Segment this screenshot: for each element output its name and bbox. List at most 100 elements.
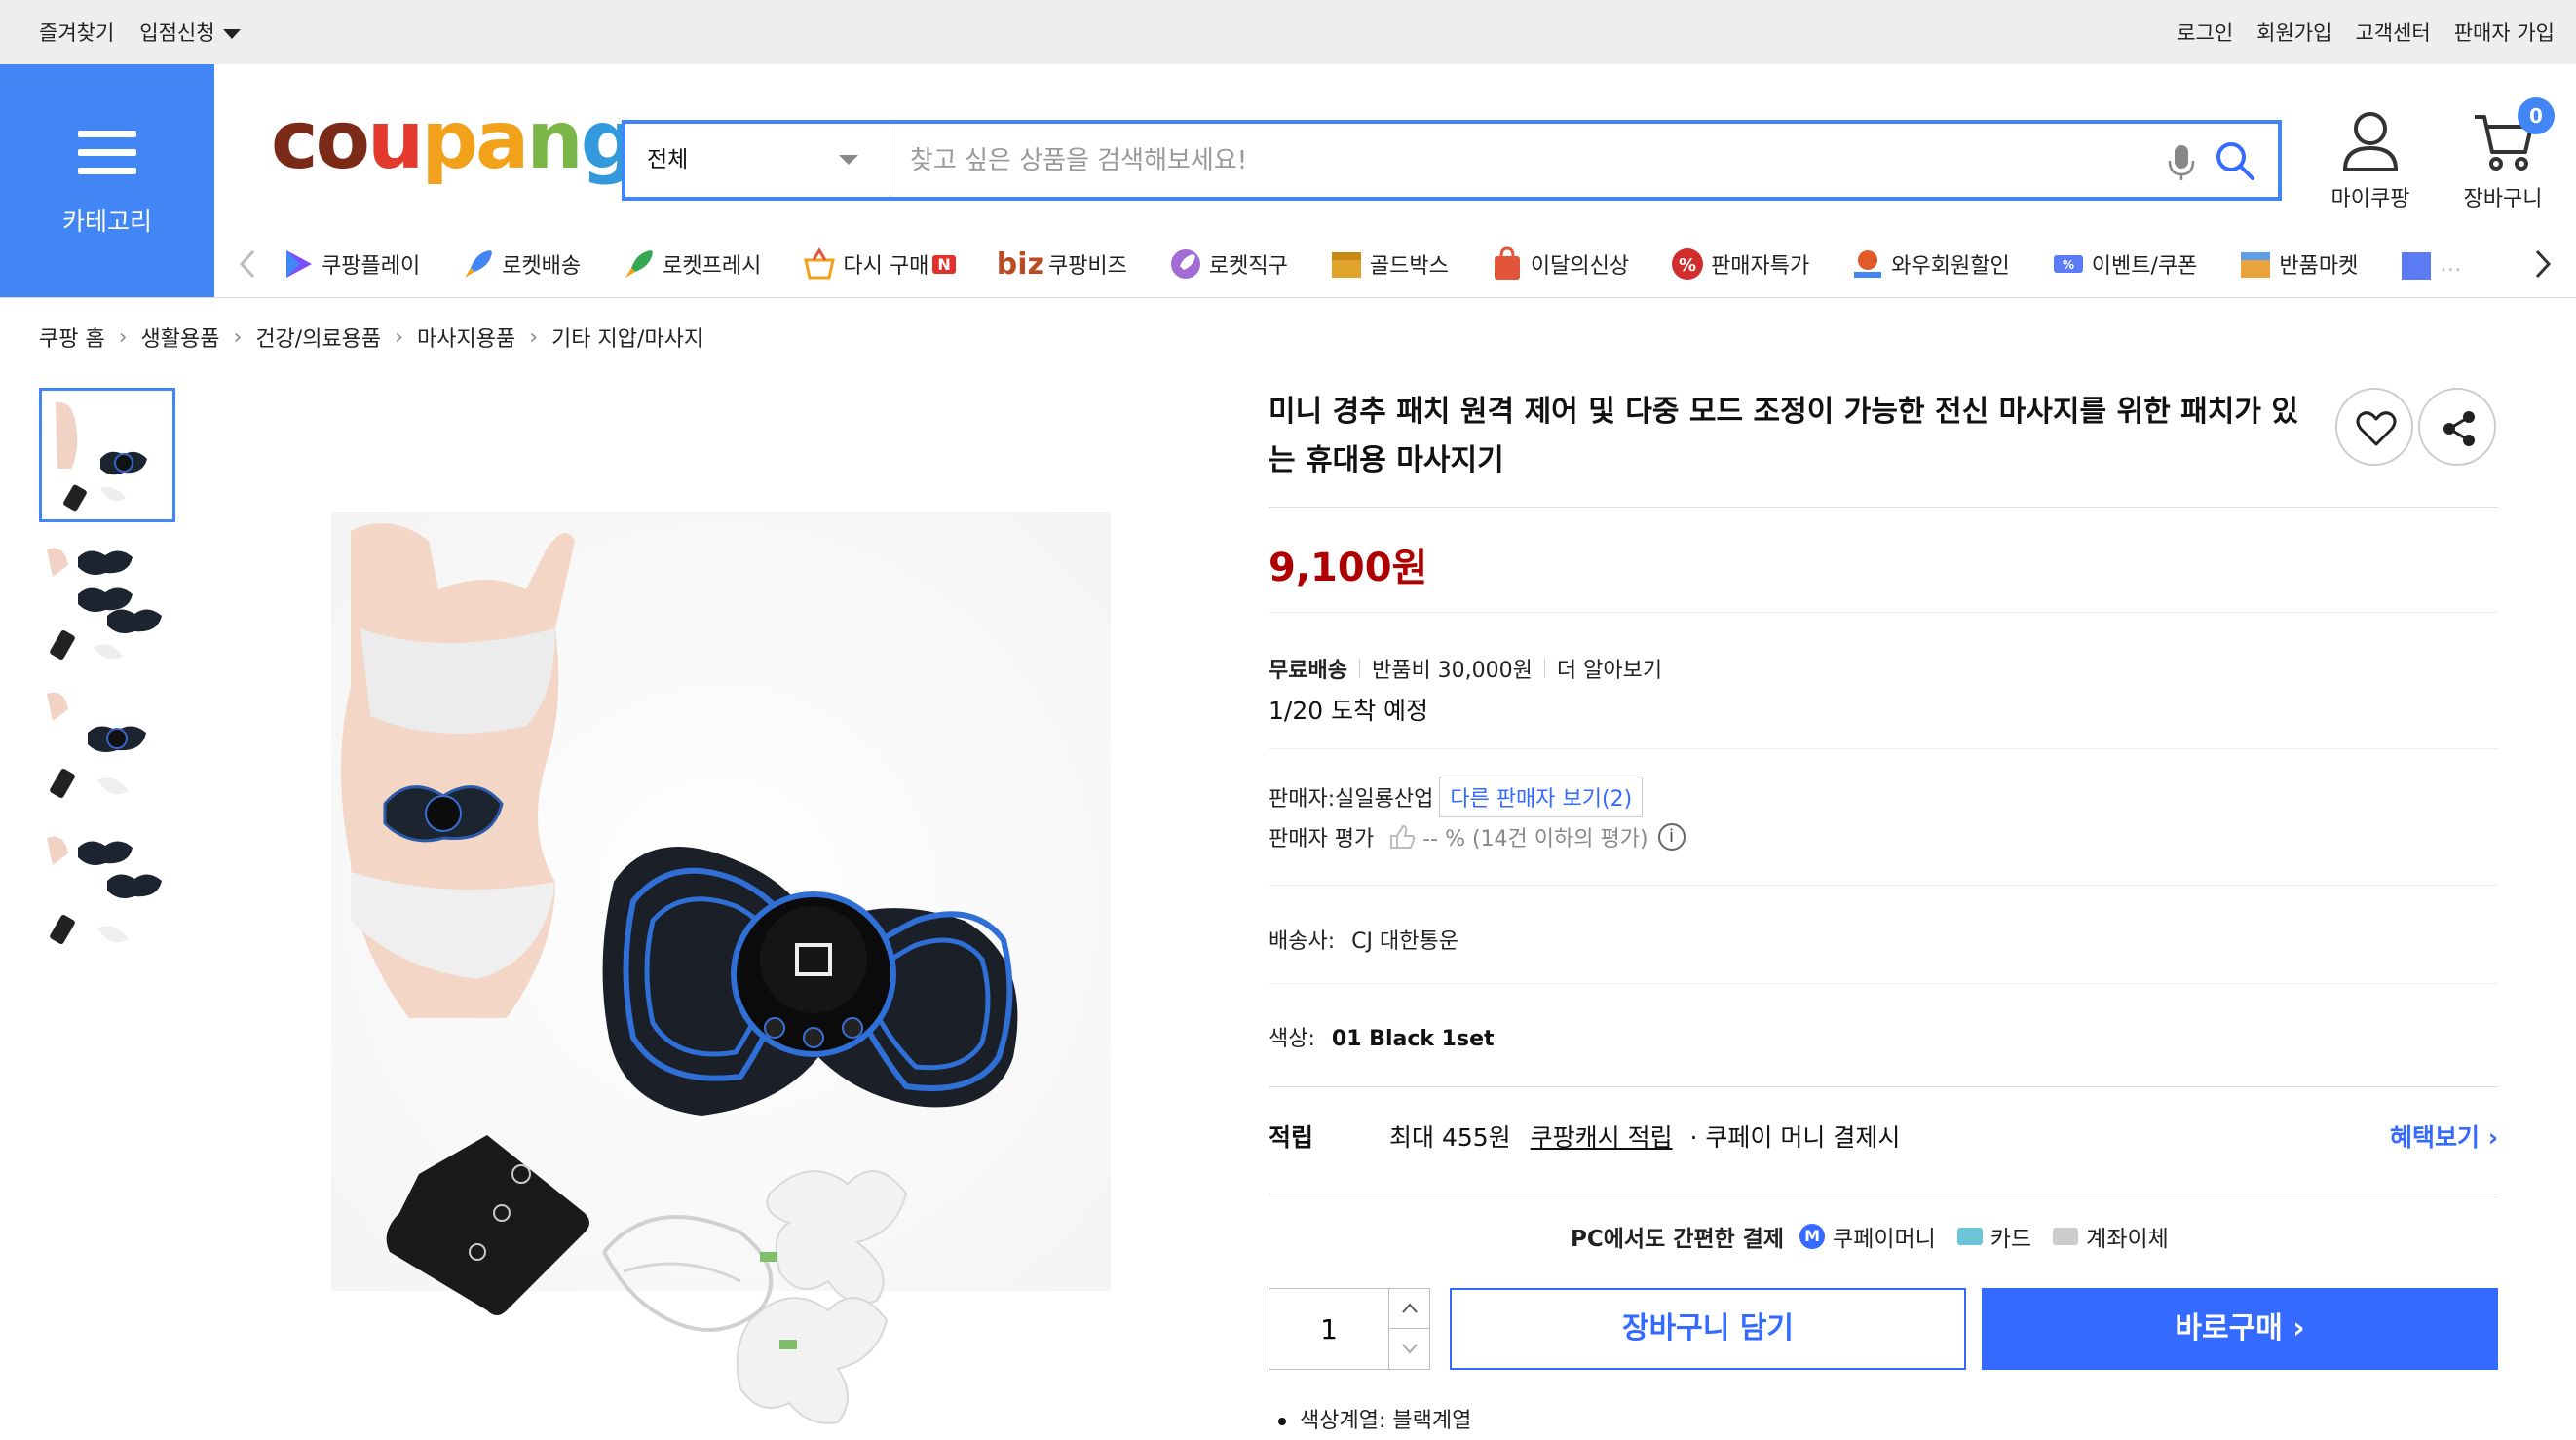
chevron-down-icon (1402, 1344, 1418, 1354)
coupay-icon: M (1799, 1224, 1826, 1249)
nav-item-coupang-play[interactable]: 쿠팡플레이 (281, 246, 420, 282)
nav-item-rebuy[interactable]: 다시 구매 N (802, 246, 956, 282)
login-link[interactable]: 로그인 (2177, 18, 2233, 47)
chevron-right-icon: › (529, 324, 538, 350)
info-icon[interactable]: i (1657, 823, 1686, 851)
wishlist-button[interactable] (2335, 388, 2413, 466)
nav-label: 쿠팡비즈 (1047, 254, 1127, 279)
breadcrumb-item[interactable]: 기타 지압/마사지 (551, 322, 703, 353)
bookmark-link[interactable]: 즐겨찾기 (39, 18, 114, 47)
nav-item-seller-deals[interactable]: % 판매자특가 (1670, 246, 1809, 282)
search-bar: 전체 (622, 120, 2282, 201)
separator (1543, 659, 1545, 678)
divider (1269, 885, 2498, 886)
nav-item-rocket-global[interactable]: 로켓직구 (1168, 246, 1288, 282)
category-menu-button[interactable]: 카테고리 (0, 64, 214, 297)
payment-heading: PC에서도 간편한 결제 (1571, 1227, 1785, 1252)
breadcrumb-item[interactable]: 건강/의료용품 (255, 322, 381, 353)
nav-item-wow-discount[interactable]: 와우회원할인 (1850, 246, 2010, 282)
search-input[interactable] (894, 124, 2141, 197)
search-category-value: 전체 (647, 147, 689, 172)
card-label: 카드 (1989, 1227, 2032, 1252)
breadcrumb-item[interactable]: 쿠팡 홈 (39, 322, 105, 353)
benefits-link[interactable]: 혜택보기 › (2390, 1118, 2498, 1154)
divider (1269, 748, 2498, 749)
coupang-cash-link[interactable]: 쿠팡캐시 적립 (1531, 1123, 1673, 1152)
nav-label: 판매자특가 (1711, 254, 1810, 279)
search-category-select[interactable]: 전체 (625, 124, 890, 197)
breadcrumb-item[interactable]: 마사지용품 (417, 322, 515, 353)
thumbs-up-icon (1390, 824, 1416, 849)
thumbnail-image (39, 826, 175, 961)
separator (1358, 659, 1360, 678)
product-spec-text: 색상계열: 블랙계열 (1300, 1409, 1472, 1433)
carrier-value: CJ 대한통운 (1351, 929, 1458, 954)
buy-now-button[interactable]: 바로구매 › (1982, 1288, 2498, 1370)
nav-item-coupang-biz[interactable]: biz 쿠팡비즈 (997, 247, 1127, 282)
thumbnail-image (39, 538, 175, 672)
color-option-row[interactable]: 색상: 01 Black 1set (1269, 1021, 1495, 1052)
thumbnail-image (39, 682, 175, 816)
rocket-icon (465, 250, 493, 278)
thumbnail-image (42, 391, 172, 519)
nav-item-rocket-fresh[interactable]: 로켓프레시 (622, 246, 761, 282)
cart-label: 장바구니 (2463, 187, 2543, 211)
chevron-left-icon[interactable] (232, 247, 265, 281)
customer-center-link[interactable]: 고객센터 (2355, 18, 2430, 47)
basket-icon (804, 247, 836, 280)
signup-link[interactable]: 회원가입 (2256, 18, 2331, 47)
nav-item-goldbox[interactable]: 골드박스 (1329, 246, 1449, 282)
product-spec-item: 색상계열: 블랙계열 (1278, 1403, 1471, 1434)
top-utility-bar: 즐겨찾기 입점신청 로그인 회원가입 고객센터 판매자 가입 (0, 0, 2576, 64)
seller-signup-link[interactable]: 판매자 가입 (2454, 18, 2555, 47)
mypage-button[interactable]: 마이쿠팡 (2317, 109, 2424, 212)
svg-text:%: % (2063, 258, 2074, 272)
nav-item-return-market[interactable]: 반품마켓 (2238, 246, 2358, 282)
carrier-label: 배송사: (1269, 929, 1336, 954)
nav-label: 이달의신상 (1530, 254, 1630, 279)
microphone-icon[interactable] (2165, 143, 2198, 182)
product-price: 9,100원 (1269, 546, 1428, 590)
chevron-right-icon: › (233, 324, 243, 350)
nav-item-events-coupons[interactable]: % 이벤트/쿠폰 (2051, 246, 2197, 282)
hamburger-icon (78, 131, 136, 175)
seller-name[interactable]: 실일룡산업 (1335, 781, 1433, 813)
product-thumbnail[interactable] (39, 538, 175, 672)
nav-item-rocket-delivery[interactable]: 로켓배송 (461, 246, 581, 282)
product-thumbnail[interactable] (39, 682, 175, 816)
search-icon[interactable] (2214, 139, 2256, 182)
product-thumbnail[interactable] (39, 826, 175, 961)
wow-icon (1854, 250, 1882, 278)
card-icon (1956, 1228, 1983, 1245)
quantity-increase-button[interactable] (1388, 1289, 1429, 1329)
breadcrumb-item[interactable]: 생활용품 (141, 322, 220, 353)
service-nav: 쿠팡플레이 로켓배송 로켓프레시 다시 구매 N biz 쿠팡비즈 로켓직구 골드박… (214, 230, 2576, 298)
nav-item-new-arrivals[interactable]: 이달의신상 (1490, 246, 1629, 282)
points-row: 적립 최대 455원 쿠팡캐시 적립 · 쿠페이 머니 결제시 혜택보기 › (1269, 1118, 2498, 1154)
seller-apply-label: 입점신청 (139, 21, 215, 45)
return-market-icon (2241, 252, 2271, 278)
nav-label-partial: … (2440, 251, 2462, 277)
quantity-decrease-button[interactable] (1388, 1329, 1429, 1369)
share-button[interactable] (2418, 388, 2496, 466)
quantity-input[interactable] (1269, 1289, 1388, 1369)
coupay-money: M 쿠페이머니 (1799, 1220, 1936, 1253)
chevron-right-icon: › (395, 324, 403, 350)
shipping-more-link[interactable]: 더 알아보기 (1557, 653, 1662, 684)
other-sellers-button[interactable]: 다른 판매자 보기(2) (1439, 777, 1644, 817)
coupang-logo[interactable]: coupang (271, 101, 637, 181)
color-value: 01 Black 1set (1331, 1027, 1495, 1051)
rocket-global-icon (1170, 249, 1200, 279)
nav-item-partial[interactable]: … (2399, 246, 2461, 282)
divider (1269, 507, 2498, 508)
seller-apply-link[interactable]: 입점신청 (139, 18, 241, 47)
points-amount-group: 최대 455원 쿠팡캐시 적립 · 쿠페이 머니 결제시 (1389, 1118, 1900, 1154)
new-bag-icon (1494, 246, 1520, 280)
free-shipping-label: 무료배송 (1269, 659, 1347, 683)
product-main-image (331, 512, 1111, 1424)
coupay-label: 쿠페이머니 (1833, 1227, 1936, 1252)
product-thumbnail[interactable] (39, 388, 175, 522)
add-to-cart-button[interactable]: 장바구니 담기 (1450, 1288, 1966, 1370)
shipping-info: 무료배송 반품비 30,000원 더 알아보기 (1269, 653, 1662, 684)
chevron-right-icon[interactable] (2525, 247, 2558, 281)
